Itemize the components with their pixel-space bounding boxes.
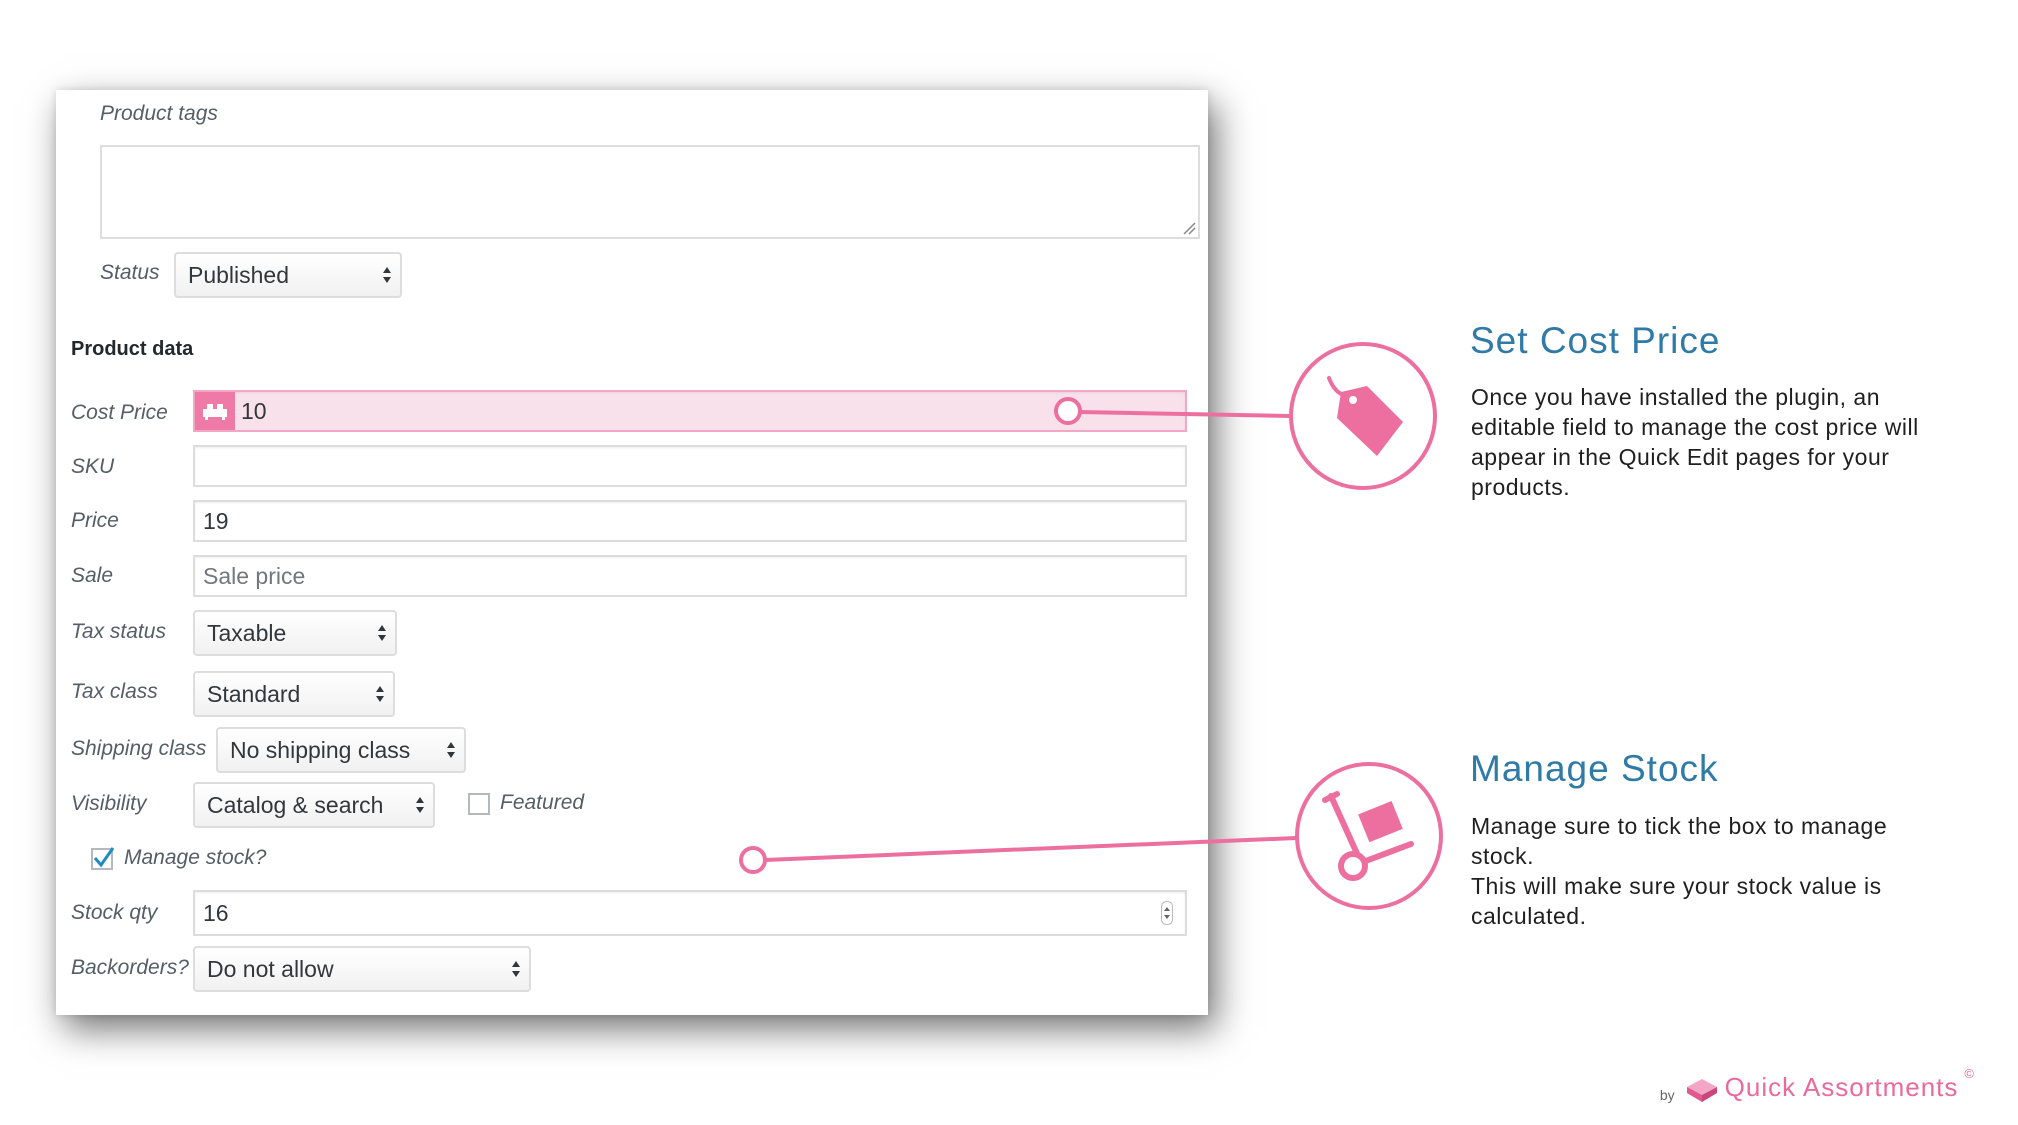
brand-name: Quick Assortments	[1724, 1072, 1959, 1102]
cost-callout-title: Set Cost Price	[1470, 320, 1721, 361]
brand-logo-icon	[1686, 1079, 1717, 1102]
brand-by: by	[1659, 1087, 1675, 1103]
stock-callout-connector	[739, 762, 1443, 910]
callout-connectors	[739, 342, 1443, 910]
cost-callout-description: Once you have installed the plugin, an e…	[1471, 384, 1919, 500]
stock-callout-description-2: This will make sure your stock value is …	[1471, 873, 1882, 929]
stock-callout-description-1: Manage sure to tick the box to manage st…	[1471, 813, 1888, 869]
brand-copyright: ©	[1964, 1066, 1974, 1081]
stock-callout-title: Manage Stock	[1470, 748, 1719, 789]
brand-footer: by Quick Assortments ©	[1659, 1066, 1974, 1103]
